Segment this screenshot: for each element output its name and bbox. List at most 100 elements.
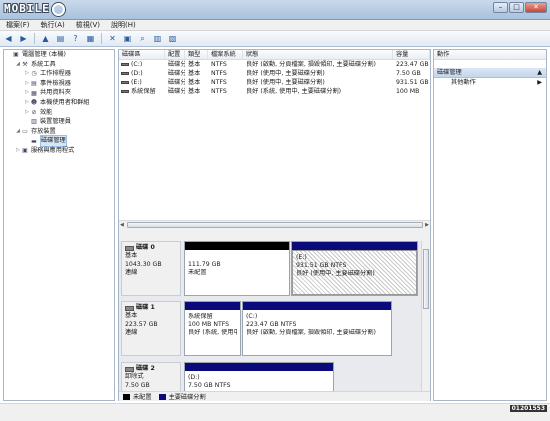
search-icon[interactable]: ⌕ <box>137 33 148 44</box>
show-hide-tree-icon[interactable]: ▤ <box>55 33 66 44</box>
cell-type: 基本 <box>188 70 201 77</box>
toolbar: ◀ ▶ ▲ ▤ ? ▦ ✕ ▣ ⌕ ▥ ▧ <box>0 31 550 47</box>
cell-status: 良好 (使用中, 主要磁碟分割) <box>246 79 325 86</box>
partition-size: 931.51 GB NTFS <box>296 262 347 270</box>
action-group-disk-management[interactable]: 磁碟管理 ▲ <box>434 68 546 78</box>
properties-icon[interactable]: ▦ <box>85 33 96 44</box>
tree-item[interactable]: ▷ ▤ 事件檢視器 <box>4 79 114 89</box>
disk-size: 223.57 GB <box>125 320 158 328</box>
forward-icon[interactable]: ▶ <box>18 33 29 44</box>
delete-icon[interactable]: ✕ <box>107 33 118 44</box>
logo-ring-icon <box>51 2 65 16</box>
collapse-icon[interactable]: ▲ <box>537 68 542 77</box>
col-type[interactable]: 類型 <box>185 50 208 59</box>
vertical-scrollbar[interactable] <box>421 241 430 391</box>
event-viewer-icon: ▤ <box>31 80 37 88</box>
hard-disk-icon <box>125 366 134 372</box>
col-volume[interactable]: 磁碟區 <box>119 50 165 59</box>
action-more-label: 其他動作 <box>451 79 476 86</box>
menu-view[interactable]: 檢視(V) <box>76 20 100 30</box>
disk-name: 磁碟 1 <box>136 304 155 311</box>
col-status[interactable]: 狀態 <box>243 50 393 59</box>
cell-type: 基本 <box>188 79 201 86</box>
hard-disk-icon <box>125 305 134 311</box>
pane-splitter[interactable] <box>119 229 430 241</box>
partition-size: 111.79 GB <box>188 261 221 269</box>
menu-help[interactable]: 說明(H) <box>111 20 136 30</box>
scroll-thumb[interactable] <box>423 249 429 309</box>
scroll-left-icon[interactable]: ◀ <box>120 222 124 228</box>
disk-label[interactable]: 磁碟 0 基本 1043.30 GB 連線 <box>121 241 181 296</box>
table-row[interactable]: 系統保留 磁碟分割基本 NTFS 良好 (系統, 使用中, 主要磁碟分割) 100 MB <box>119 87 430 96</box>
partition-status: 良好 (啟動, 分頁檔案, 損毀傾印, 主要磁碟分割) <box>246 329 376 337</box>
partition-status: 未配置 <box>188 269 207 277</box>
action-more-actions[interactable]: 其他動作 ▶ <box>434 78 546 88</box>
tree-item-label: 服務與應用程式 <box>31 146 75 154</box>
cell-capacity: 7.50 GB <box>396 70 421 77</box>
cell-volume: 系統保留 <box>131 88 156 95</box>
table-row[interactable]: (C:) 磁碟分割基本 NTFS 良好 (啟動, 分頁檔案, 損毀傾印, 主要磁碟分割… <box>119 60 430 69</box>
scroll-right-icon[interactable]: ▶ <box>425 222 429 228</box>
navigation-tree-pane: ▣ 電腦管理 (本機) ◢ ⚒ 系統工具 ▷ ◷ 工作排程器 ▷ ▤ 事件檢視器 ▷ ▦ 共用資料夾 ▷ ☻ 本… <box>3 49 115 401</box>
disk-label[interactable]: 磁碟 1 基本 223.57 GB 連線 <box>121 301 181 356</box>
partition-status: 良好 (系統, 使用中 <box>188 329 237 337</box>
cell-volume: (D:) <box>131 70 143 77</box>
watermark-number: 01201553 <box>509 405 547 412</box>
maximize-button[interactable]: □ <box>509 2 524 13</box>
partition[interactable]: (E:) 931.51 GB NTFS 良好 (使用中, 主要磁碟分割) <box>291 241 418 296</box>
computer-management-icon: ▣ <box>13 51 19 59</box>
partition-unallocated[interactable]: 111.79 GB 未配置 <box>184 241 290 296</box>
status-bar <box>0 403 550 421</box>
scroll-thumb[interactable] <box>127 222 423 228</box>
disk-row: 磁碟 0 基本 1043.30 GB 連線 111.79 GB 未配置 (E:) 931.51… <box>121 241 420 296</box>
partition-info: (C:) 223.47 GB NTFS 良好 (啟動, 分頁檔案, 損毀傾印, 主要… <box>243 310 391 341</box>
tree-item[interactable]: ▷ ◷ 工作排程器 <box>4 69 114 79</box>
partition[interactable]: (D:) 7.50 GB NTFS <box>184 362 334 391</box>
legend-primary-swatch <box>158 393 166 400</box>
disk-type: 卸除式 <box>125 373 144 381</box>
tree-item-label: 效能 <box>40 108 53 116</box>
partition-type-bar <box>292 242 417 250</box>
legend-primary-label: 主要磁碟分割 <box>168 394 206 401</box>
cell-filesystem: NTFS <box>211 61 227 68</box>
disk-label[interactable]: 磁碟 2 卸除式 7.50 GB <box>121 362 181 391</box>
col-layout[interactable]: 配置 <box>165 50 185 59</box>
up-folder-icon[interactable]: ▲ <box>40 33 51 44</box>
title-bar: MOBILE – □ ✕ <box>0 0 550 20</box>
tree-item-label: 事件檢視器 <box>40 79 71 87</box>
tree-item[interactable]: ◢ ⚒ 系統工具 <box>4 60 114 70</box>
minimize-button[interactable]: – <box>493 2 508 13</box>
navigation-tree: ▣ 電腦管理 (本機) ◢ ⚒ 系統工具 ▷ ◷ 工作排程器 ▷ ▤ 事件檢視器 ▷ ▦ 共用資料夾 ▷ ☻ 本… <box>4 50 114 156</box>
tree-item-label: 本機使用者和群組 <box>40 98 90 106</box>
export-list-icon[interactable]: ▧ <box>167 33 178 44</box>
back-icon[interactable]: ◀ <box>3 33 14 44</box>
refresh-icon[interactable]: ▥ <box>152 33 163 44</box>
tree-item[interactable]: ▷ ☻ 本機使用者和群組 <box>4 98 114 108</box>
disk-row: 磁碟 2 卸除式 7.50 GB (D:) 7.50 GB NTFS <box>121 362 420 391</box>
new-volume-icon[interactable]: ▣ <box>122 33 133 44</box>
col-filesystem[interactable]: 檔案系統 <box>208 50 243 59</box>
horizontal-scrollbar[interactable]: ◀ ▶ <box>119 220 430 229</box>
tree-item[interactable]: ▷ ▣ 服務與應用程式 <box>4 146 114 156</box>
partition[interactable]: (C:) 223.47 GB NTFS 良好 (啟動, 分頁檔案, 損毀傾印, 主要… <box>242 301 392 356</box>
tree-item[interactable]: ▷ ▦ 共用資料夾 <box>4 88 114 98</box>
help-icon[interactable]: ? <box>70 33 81 44</box>
disk-status: 連線 <box>125 329 138 337</box>
partition-name: (C:) <box>246 313 258 320</box>
menu-file[interactable]: 檔案(F) <box>6 20 30 30</box>
tree-item[interactable]: ▷ ⊘ 效能 <box>4 108 114 118</box>
close-button[interactable]: ✕ <box>525 2 547 13</box>
tree-item-label: 裝置管理員 <box>40 118 71 126</box>
table-row[interactable]: (D:) 磁碟分割基本 NTFS 良好 (使用中, 主要磁碟分割) 7.50 GB <box>119 69 430 78</box>
disk-graph-view: 磁碟 0 基本 1043.30 GB 連線 111.79 GB 未配置 (E:) 931.51… <box>119 241 421 391</box>
tree-item[interactable]: ▬ 磁碟管理 <box>4 135 114 147</box>
tree-item[interactable]: ▣ 電腦管理 (本機) <box>4 50 114 60</box>
col-capacity[interactable]: 容量 <box>393 50 430 59</box>
tree-item[interactable]: ▥ 裝置管理員 <box>4 117 114 127</box>
cell-capacity: 931.51 GB <box>396 79 429 86</box>
partition[interactable]: 系統保留 100 MB NTFS 良好 (系統, 使用中 <box>184 301 241 356</box>
legend: 未配置 主要磁碟分割 <box>119 391 430 401</box>
table-row[interactable]: (E:) 磁碟分割基本 NTFS 良好 (使用中, 主要磁碟分割) 931.51 GB <box>119 78 430 87</box>
menu-action[interactable]: 執行(A) <box>41 20 65 30</box>
partition-size: 7.50 GB NTFS <box>188 382 231 390</box>
